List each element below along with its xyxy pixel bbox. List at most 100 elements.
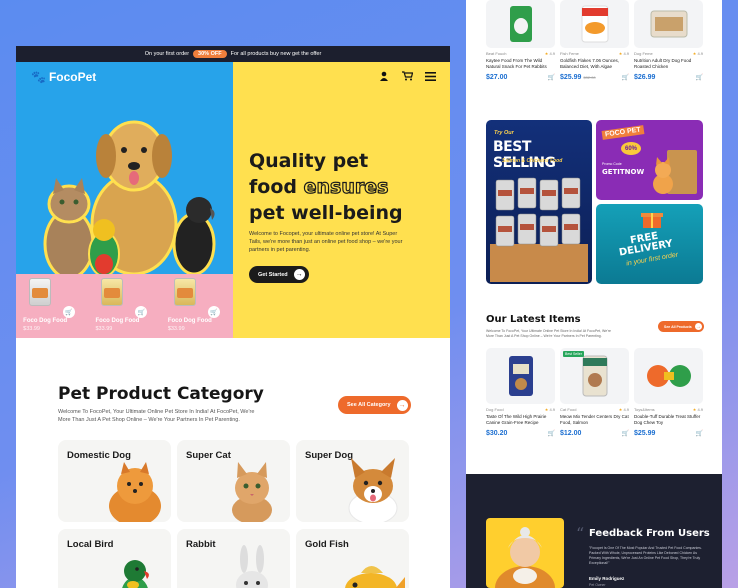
cart-icon[interactable]: 🛒 — [207, 306, 220, 318]
product-image — [634, 0, 703, 48]
cart-icon[interactable]: 🛒 — [63, 306, 76, 318]
product-price: $25.99 — [634, 430, 656, 437]
category-card-domestic-dog[interactable]: Domestic Dog — [58, 440, 171, 522]
brand-logo[interactable]: 🐾 FocoPet — [31, 70, 96, 84]
banner-headline: BEST SELLING — [493, 139, 556, 171]
cart-icon[interactable] — [401, 70, 413, 82]
product-rating: 4.9 — [623, 51, 629, 56]
product-rating-wrap: ★ 4.9 — [693, 51, 703, 56]
banner-subtitle: Salmon & Chickens Food — [502, 158, 563, 164]
product-price-row: $30.20 🛒 — [486, 430, 555, 437]
product-name: Double-Tuff Durable Treat Stuffer Dog Ch… — [634, 414, 701, 425]
top-product-row: Beat Fouch ★ 4.9 Kaytee Food From The Wi… — [486, 0, 704, 90]
product-price-row: $25.99 🛒 — [634, 430, 703, 437]
product-brand: Dog Feme — [634, 51, 653, 56]
product-name: Goldfish Flakes 7.06 Ounces, Balanced Di… — [560, 58, 620, 69]
user-icon[interactable] — [378, 70, 390, 82]
best-selling-banner[interactable]: Try Our BEST SELLING Salmon & Chickens F… — [486, 120, 592, 284]
product-image — [634, 348, 703, 404]
mini-product-card[interactable]: 🛒 Foco Dog Food $33.99 — [23, 278, 81, 338]
mini-product-price: $33.99 — [167, 326, 185, 332]
star-icon: ★ — [618, 51, 623, 56]
product-name: Kaytee Food From The Wild Natural Snack … — [486, 58, 547, 69]
product-meta: Dog Food ★ 4.9 — [486, 407, 555, 412]
get-started-button[interactable]: Get Started → — [249, 266, 309, 283]
quote-icon: “ — [576, 524, 585, 543]
category-card-rabbit[interactable]: Rabbit — [177, 529, 290, 588]
hero-title-line3: pet well-being — [249, 202, 403, 224]
category-description: Welcome To FocoPet, Your Ultimate Online… — [58, 409, 255, 423]
mini-product-name: Foco Dog Food — [95, 318, 140, 324]
hero-section: 🐾 FocoPet 🛒 Foco Dog Food $33.99 🛒 Foco … — [16, 62, 450, 338]
cat-image — [232, 462, 272, 522]
product-card[interactable]: Toys&Items ★ 4.9 Double-Tuff Durable Tre… — [634, 348, 703, 438]
product-price: $27.00 — [486, 74, 508, 81]
star-icon: ★ — [692, 51, 697, 56]
cart-icon[interactable]: 🛒 — [696, 430, 703, 437]
product-rating: 4.9 — [549, 407, 555, 412]
product-rating-wrap: ★ 4.9 — [619, 407, 629, 412]
promo-bar: On your first order 30% OFF For all prod… — [16, 46, 450, 62]
product-rating-wrap: ★ 4.9 — [545, 407, 555, 412]
category-card-super-cat[interactable]: Super Cat — [177, 440, 290, 522]
star-icon: ★ — [544, 407, 549, 412]
price-value: $25.99 — [560, 74, 582, 81]
mini-product-card[interactable]: 🛒 Foco Dog Food $33.99 — [168, 278, 226, 338]
product-price: $25.99 $32.00 — [560, 74, 596, 81]
see-all-category-button[interactable]: See All Category → — [338, 396, 411, 414]
product-brand: Fish Feme — [560, 51, 579, 56]
product-brand: Toys&Items — [634, 407, 655, 412]
cart-icon[interactable]: 🛒 — [135, 306, 148, 318]
banner-foco: FOCO PET — [601, 125, 645, 140]
product-card[interactable]: Fish Feme ★ 4.9 Goldfish Flakes 7.06 Oun… — [560, 0, 629, 90]
feedback-user-name: Emily Rodriguez — [589, 576, 625, 581]
product-brand: Cat Food — [560, 407, 577, 412]
menu-icon[interactable] — [424, 70, 436, 82]
product-brand: Dog Food — [486, 407, 504, 412]
product-card[interactable]: Dog Feme ★ 4.9 Nutrition Adult Dry Dog F… — [634, 0, 703, 90]
header-nav-icons — [378, 70, 436, 82]
see-all-products-button[interactable]: See All Products → — [658, 321, 704, 332]
product-price: $26.99 — [634, 74, 656, 81]
category-name: Rabbit — [186, 539, 216, 550]
product-card[interactable]: Best Seller Cat Food ★ 4.9 Meow Mix Tend… — [560, 348, 629, 438]
star-icon: ★ — [692, 407, 697, 412]
mini-product-card[interactable]: 🛒 Foco Dog Food $33.99 — [95, 278, 153, 338]
bird-image — [122, 560, 149, 588]
product-meta: Beat Fouch ★ 4.9 — [486, 51, 555, 56]
product-tin-image — [29, 278, 52, 306]
hero-mini-products: 🛒 Foco Dog Food $33.99 🛒 Foco Dog Food $… — [16, 274, 233, 338]
product-card[interactable]: Beat Fouch ★ 4.9 Kaytee Food From The Wi… — [486, 0, 555, 90]
product-price: $12.00 — [560, 430, 582, 437]
hero-right-panel: Quality pet food ensures pet well-being … — [233, 62, 450, 338]
promo-code-banner[interactable]: FOCO PET 60% Promo Code GETITNOW — [596, 120, 703, 200]
product-price-row: $27.00 🛒 — [486, 74, 555, 81]
category-card-gold-fish[interactable]: Gold Fish — [296, 529, 409, 588]
star-icon: ★ — [544, 51, 549, 56]
cart-icon[interactable]: 🛒 — [696, 74, 703, 81]
cat-and-box-image — [653, 150, 697, 194]
product-rating: 4.9 — [549, 51, 555, 56]
hero-description: Welcome to Focopet, your ultimate online… — [249, 231, 403, 253]
product-meta: Cat Food ★ 4.9 — [560, 407, 629, 412]
product-rating-wrap: ★ 4.9 — [545, 51, 555, 56]
category-card-super-dog[interactable]: Super Dog — [296, 440, 409, 522]
hero-title-word-food: food — [249, 176, 297, 198]
latest-product-row: Dog Food ★ 4.9 Taste Of The Wild High Pr… — [486, 348, 704, 438]
product-image — [486, 0, 555, 48]
see-all-category-label: See All Category — [347, 402, 391, 408]
category-card-local-bird[interactable]: Local Bird — [58, 529, 171, 588]
free-delivery-banner[interactable]: FREE DELIVERY in your first order — [596, 204, 703, 284]
cart-icon[interactable]: 🛒 — [548, 74, 555, 81]
cart-icon[interactable]: 🛒 — [622, 74, 629, 81]
paw-icon: 🐾 — [31, 70, 46, 84]
latest-items-description: Welcome To FocoPet, Your Ultimate Online… — [486, 329, 611, 338]
cart-icon[interactable]: 🛒 — [622, 430, 629, 437]
arrow-right-icon: → — [396, 399, 408, 411]
product-card[interactable]: Dog Food ★ 4.9 Taste Of The Wild High Pr… — [486, 348, 555, 438]
cart-icon[interactable]: 🛒 — [548, 430, 555, 437]
hero-headline: Quality pet food ensures pet well-being — [249, 148, 403, 226]
mini-product-price: $33.99 — [95, 326, 113, 332]
promo-suffix: For all products buy new get the offer — [230, 51, 322, 57]
product-rating: 4.9 — [697, 407, 703, 412]
